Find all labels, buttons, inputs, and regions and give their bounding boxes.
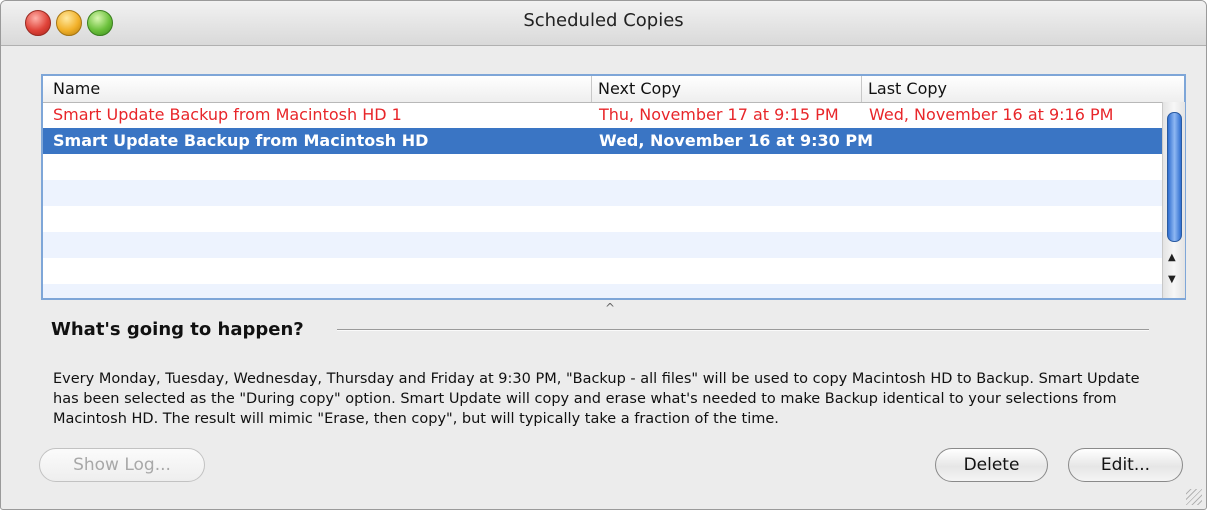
scroll-up-arrow-icon[interactable]: ▲ [1168, 252, 1176, 263]
empty-table-row [43, 232, 1162, 258]
row-name-cell: Smart Update Backup from Macintosh HD 1 [53, 105, 402, 124]
empty-table-row [43, 206, 1162, 232]
table-row[interactable]: Smart Update Backup from Macintosh HD 1 … [43, 102, 1162, 128]
empty-table-row [43, 154, 1162, 180]
details-heading: What's going to happen? [51, 319, 304, 340]
resize-grip-icon[interactable] [1186, 489, 1202, 505]
scroll-down-arrow-icon[interactable]: ▼ [1168, 274, 1176, 285]
row-next-copy-cell: Thu, November 17 at 9:15 PM [599, 105, 839, 124]
splitter-handle-icon[interactable]: ^ [605, 301, 615, 315]
section-divider [337, 329, 1149, 331]
column-header-next-copy[interactable]: Next Copy [592, 76, 862, 102]
scrollbar-thumb[interactable] [1167, 112, 1182, 242]
empty-table-row [43, 180, 1162, 206]
column-header-last-copy[interactable]: Last Copy [862, 76, 1162, 102]
empty-table-row [43, 284, 1162, 298]
vertical-scrollbar[interactable]: ▲ ▼ [1162, 102, 1185, 298]
table-header: Name Next Copy Last Copy [43, 76, 1184, 103]
row-next-copy-cell: Wed, November 16 at 9:30 PM [599, 131, 873, 150]
table-row[interactable]: Smart Update Backup from Macintosh HD We… [43, 128, 1162, 154]
row-name-cell: Smart Update Backup from Macintosh HD [53, 131, 429, 150]
delete-button[interactable]: Delete [935, 448, 1048, 482]
schedule-description: Every Monday, Tuesday, Wednesday, Thursd… [53, 371, 1140, 427]
scheduled-copies-window: Scheduled Copies Name Next Copy Last Cop… [0, 0, 1207, 510]
row-last-copy-cell: Wed, November 16 at 9:16 PM [869, 105, 1114, 124]
show-log-button[interactable]: Show Log... [39, 448, 205, 482]
edit-button[interactable]: Edit... [1068, 448, 1183, 482]
column-header-name[interactable]: Name [43, 76, 592, 102]
window-title: Scheduled Copies [523, 10, 684, 31]
empty-table-row [43, 258, 1162, 284]
scheduled-copies-table: Name Next Copy Last Copy Smart Update Ba… [41, 74, 1186, 300]
title-bar[interactable]: Scheduled Copies [1, 1, 1206, 46]
